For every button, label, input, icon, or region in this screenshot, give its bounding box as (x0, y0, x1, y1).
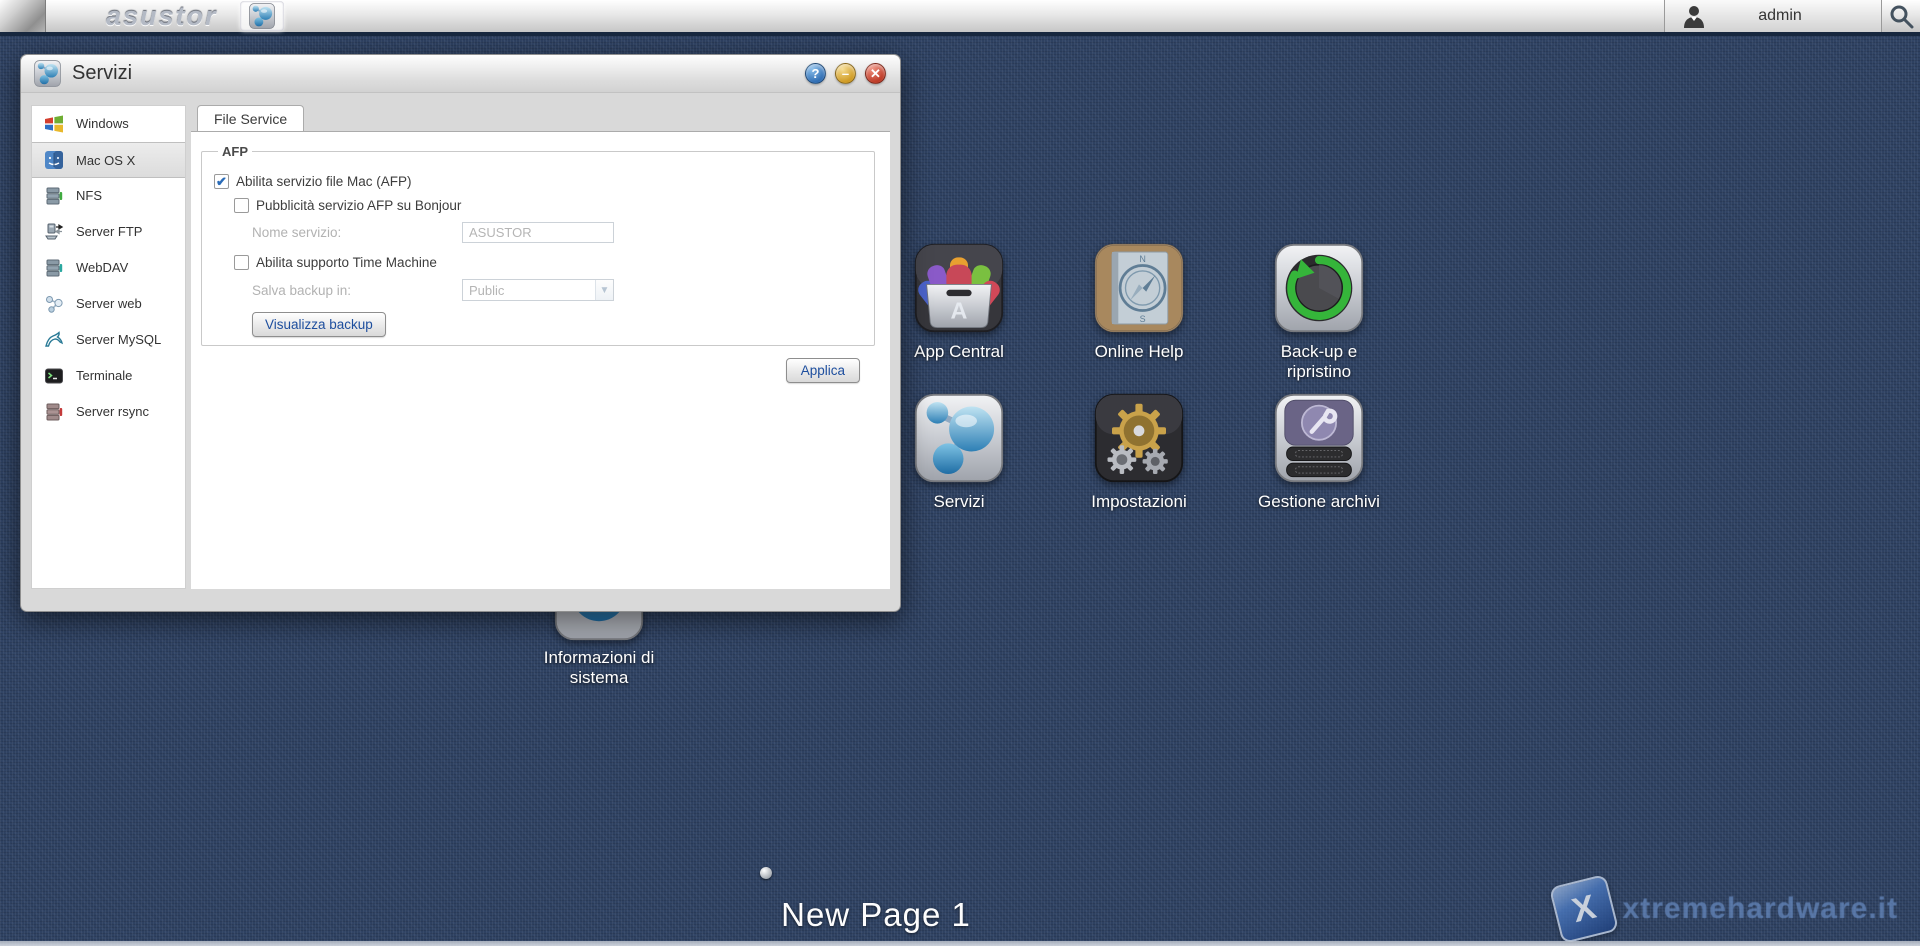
desktop-icon-label: Impostazioni (1091, 492, 1187, 511)
file-service-panel: AFP ✔ Abilita servizio file Mac (AFP) Pu… (191, 131, 890, 589)
magnifier-icon (1890, 5, 1914, 29)
services-mini-icon (248, 3, 275, 29)
sidebar-item-webdav[interactable]: WebDAV (32, 250, 185, 286)
rsync-server-icon (46, 403, 63, 420)
desktop-icon-label: Gestione archivi (1258, 492, 1380, 511)
desktop-icon-backup[interactable]: Back-up e ripristino (1244, 243, 1394, 381)
sidebar-item-windows[interactable]: Windows (32, 106, 185, 142)
desktop-icon-servizi[interactable]: Servizi (884, 393, 1034, 512)
desktop-icon-label: Back-up e ripristino (1280, 342, 1358, 381)
webdav-server-icon (46, 259, 63, 276)
sidebar-item-server-ftp[interactable]: Server FTP (32, 214, 185, 250)
desktop-icon-label: App Central (914, 342, 1004, 361)
desktop-icon-app-central[interactable]: A App Central (884, 243, 1034, 362)
afp-enabled-checkbox[interactable]: ✔ (214, 174, 229, 189)
desktop-surface: asustor admin Servizi ? – ✕ Windows Mac … (0, 0, 1920, 946)
tab-strip: File Service (191, 104, 890, 132)
desktop-icon-label: Online Help (1094, 342, 1184, 361)
sidebar-item-label: Terminale (76, 368, 133, 383)
afp-fieldset: AFP ✔ Abilita servizio file Mac (AFP) Pu… (201, 144, 875, 346)
bonjour-checkbox[interactable] (234, 198, 249, 213)
storage-manager-icon (1274, 393, 1364, 483)
sidebar-item-label: Server FTP (76, 224, 143, 239)
corner-button[interactable] (0, 0, 46, 32)
window-sidebar: Windows Mac OS X NFS Server FTP WebDAV S… (31, 105, 186, 589)
taskbar-running-app-servizi[interactable] (239, 1, 284, 31)
online-help-icon: N S (1094, 243, 1184, 333)
watermark: X xtremehardware.it (1548, 873, 1898, 945)
view-backup-button[interactable]: Visualizza backup (252, 312, 386, 337)
backup-destination-select[interactable]: Public ▼ (462, 279, 614, 301)
top-taskbar: asustor admin (0, 0, 1920, 36)
sidebar-item-label: Server MySQL (76, 332, 162, 347)
services-window-icon (34, 60, 61, 87)
mac-os-icon (45, 151, 63, 169)
desktop-icon-label: Servizi (933, 492, 985, 511)
window-titlebar[interactable]: Servizi ? – ✕ (21, 55, 900, 93)
svg-text:S: S (1140, 314, 1146, 324)
page-title: New Page 1 (781, 896, 971, 933)
service-name-label: Nome servizio: (252, 225, 342, 240)
settings-icon (1094, 393, 1184, 483)
xtremehardware-logo-icon: X (1548, 873, 1619, 945)
backup-destination-value: Public (469, 282, 505, 298)
desktop-icon-gestione-archivi[interactable]: Gestione archivi (1244, 393, 1394, 512)
sidebar-item-label: NFS (76, 188, 102, 203)
sidebar-item-server-mysql[interactable]: Server MySQL (32, 322, 185, 358)
mysql-icon (45, 330, 64, 347)
time-machine-checkbox[interactable] (234, 255, 249, 270)
chevron-down-icon: ▼ (595, 280, 613, 300)
svg-text:A: A (951, 298, 968, 324)
sidebar-item-label: Server web (76, 296, 142, 311)
sidebar-item-label: Windows (76, 116, 129, 131)
sidebar-item-label: WebDAV (76, 260, 129, 275)
services-icon (914, 393, 1004, 483)
sidebar-item-label: Server rsync (76, 404, 149, 419)
afp-legend: AFP (222, 144, 248, 159)
sidebar-item-server-rsync[interactable]: Server rsync (32, 394, 185, 430)
sidebar-item-mac-os-x[interactable]: Mac OS X (32, 142, 185, 178)
user-menu[interactable]: admin (1664, 0, 1882, 32)
desktop-icon-online-help[interactable]: N S Online Help (1064, 243, 1214, 362)
bonjour-label[interactable]: Pubblicità servizio AFP su Bonjour (256, 198, 461, 213)
apply-button[interactable]: Applica (785, 358, 860, 383)
backup-destination-label: Salva backup in: (252, 282, 352, 298)
close-button[interactable]: ✕ (865, 63, 886, 84)
watermark-text: xtremehardware.it (1622, 892, 1898, 925)
username-label: admin (1758, 7, 1802, 24)
desktop-icon-impostazioni[interactable]: Impostazioni (1064, 393, 1214, 512)
page-indicator-dot[interactable] (760, 867, 772, 879)
desktop-icon-label: Informazioni di sistema (543, 648, 655, 687)
backup-restore-icon (1274, 243, 1364, 333)
web-server-icon (46, 295, 63, 313)
sidebar-item-nfs[interactable]: NFS (32, 178, 185, 214)
time-machine-label[interactable]: Abilita supporto Time Machine (256, 255, 437, 270)
person-icon (1684, 6, 1704, 28)
ftp-server-icon (45, 223, 64, 239)
nfs-server-icon (46, 187, 63, 204)
bottom-edge-strip (0, 941, 1920, 946)
service-name-input[interactable] (462, 222, 614, 243)
terminal-icon (45, 368, 63, 383)
sidebar-item-server-web[interactable]: Server web (32, 286, 185, 322)
minimize-button[interactable]: – (835, 63, 856, 84)
window-title: Servizi (72, 62, 133, 84)
help-button[interactable]: ? (805, 63, 826, 84)
afp-enabled-label[interactable]: Abilita servizio file Mac (AFP) (236, 174, 412, 189)
sidebar-item-label: Mac OS X (76, 152, 136, 168)
app-central-icon: A (914, 243, 1004, 333)
asustor-logo: asustor (106, 0, 218, 31)
windows-icon (45, 115, 63, 132)
svg-text:N: N (1139, 254, 1146, 264)
sidebar-item-terminale[interactable]: Terminale (32, 358, 185, 394)
search-button[interactable] (1882, 0, 1920, 32)
servizi-window: Servizi ? – ✕ Windows Mac OS X NFS Serve… (20, 54, 901, 612)
tab-file-service[interactable]: File Service (197, 105, 305, 132)
